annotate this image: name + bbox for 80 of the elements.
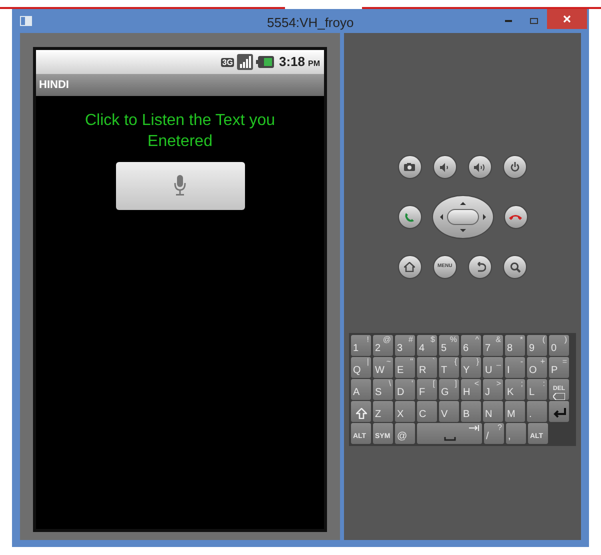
clock-time: 3:18	[278, 53, 305, 72]
keyboard-key[interactable]: W ~	[373, 357, 393, 378]
close-icon	[563, 15, 571, 23]
keyboard-key[interactable]	[549, 401, 569, 422]
window-title: 5554:VH_froyo	[267, 14, 354, 32]
keyboard-key[interactable]: J >	[483, 379, 503, 400]
keyboard-key[interactable]: V	[439, 401, 459, 422]
keyboard-key[interactable]: O +	[527, 357, 547, 378]
keyboard-key[interactable]: S \	[373, 379, 393, 400]
battery-icon	[256, 56, 274, 68]
keyboard-key[interactable]: X	[395, 401, 415, 422]
search-button[interactable]	[503, 255, 528, 279]
keyboard-key[interactable]: B	[461, 401, 481, 422]
dpad-arrows-icon	[438, 199, 488, 235]
keyboard-key[interactable]: T {	[439, 357, 459, 378]
keyboard-key[interactable]	[351, 401, 371, 422]
keyboard-key[interactable]: 7 &	[483, 335, 503, 356]
call-button[interactable]	[398, 205, 422, 229]
camera-icon	[404, 163, 415, 171]
signal-icon	[236, 54, 253, 70]
keyboard-key[interactable]: L :	[527, 379, 547, 400]
back-icon	[474, 262, 486, 272]
keyboard-key[interactable]: Z	[373, 401, 393, 422]
power-icon	[510, 162, 520, 172]
keyboard-key[interactable]	[417, 423, 482, 444]
keyboard-key[interactable]: M	[505, 401, 525, 422]
enter-icon	[552, 408, 566, 418]
keyboard-key[interactable]: H <	[461, 379, 481, 400]
end-call-button[interactable]	[504, 205, 528, 229]
keyboard-key[interactable]: K ;	[505, 379, 525, 400]
tab-icon	[469, 425, 479, 431]
keyboard-key[interactable]: G ]	[439, 379, 459, 400]
keyboard-key[interactable]: 1 !	[351, 335, 371, 356]
keyboard-key[interactable]: R `	[417, 357, 437, 378]
close-button[interactable]	[547, 9, 587, 29]
keyboard-key[interactable]: Q |	[351, 357, 371, 378]
keyboard-key[interactable]: E "	[395, 357, 415, 378]
keyboard-key[interactable]: 0 )	[549, 335, 569, 356]
home-button[interactable]	[398, 255, 422, 279]
app-title: HINDI	[39, 78, 69, 93]
space-icon	[444, 437, 456, 441]
keyboard-key[interactable]: 6 ^	[461, 335, 481, 356]
keyboard-key[interactable]: 8 *	[505, 335, 525, 356]
keyboard-key[interactable]: P =	[549, 357, 569, 378]
back-button[interactable]	[468, 255, 492, 279]
volume-up-button[interactable]	[468, 155, 492, 179]
backspace-icon	[553, 393, 565, 400]
app-icon	[20, 16, 32, 26]
microphone-button[interactable]	[116, 162, 244, 210]
keyboard-key[interactable]: F [	[417, 379, 437, 400]
microphone-icon	[174, 175, 186, 197]
power-button[interactable]	[503, 155, 528, 179]
network-badge: 3G	[221, 58, 234, 66]
keyboard-key[interactable]: 4 $	[417, 335, 437, 356]
keyboard-key[interactable]: Y }	[461, 357, 481, 378]
keyboard-key[interactable]: @	[395, 423, 415, 444]
keyboard-key[interactable]: U _	[483, 357, 503, 378]
keyboard-key[interactable]: D '	[395, 379, 415, 400]
keyboard-key[interactable]: 5 %	[439, 335, 459, 356]
keyboard-key[interactable]: 9 (	[527, 335, 547, 356]
loud-speaker-icon	[474, 162, 486, 172]
home-icon	[404, 262, 415, 272]
search-icon	[510, 262, 521, 272]
keyboard-key[interactable]: A	[351, 379, 371, 400]
keyboard-key[interactable]: / ?	[484, 423, 504, 444]
instruction-text: Click to Listen the Text you Enetered	[84, 111, 276, 152]
keyboard-key[interactable]: C	[417, 401, 437, 422]
camera-button[interactable]	[398, 155, 422, 179]
phone-icon	[404, 212, 415, 222]
hang-up-icon	[509, 214, 522, 220]
volume-down-button[interactable]	[432, 155, 457, 179]
keyboard-key[interactable]: 2 @	[373, 335, 393, 356]
clock-ampm: PM	[308, 58, 320, 70]
keyboard-key[interactable]: ,	[506, 423, 526, 444]
keyboard-key[interactable]: .	[527, 401, 547, 422]
shift-icon	[356, 408, 366, 419]
keyboard-key[interactable]: I -	[505, 357, 525, 378]
keyboard-key[interactable]: 3 #	[395, 335, 415, 356]
speaker-icon	[440, 162, 450, 172]
keyboard-key[interactable]: N	[483, 401, 503, 422]
